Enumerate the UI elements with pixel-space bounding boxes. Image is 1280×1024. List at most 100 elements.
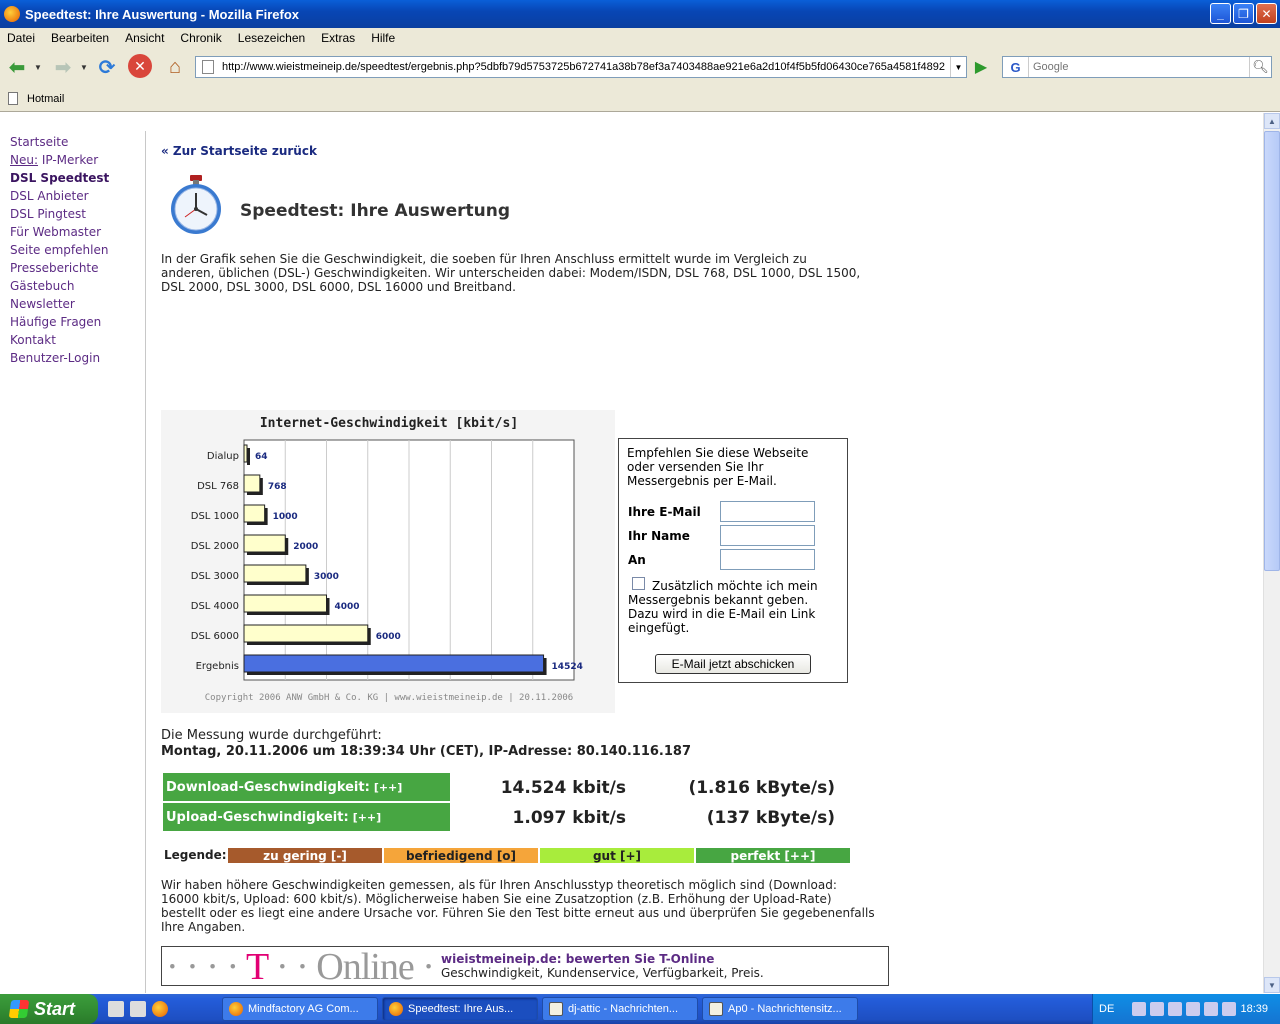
scroll-up-arrow-icon[interactable]: ▲ <box>1264 113 1280 129</box>
close-button[interactable]: ✕ <box>1256 3 1277 24</box>
language-indicator[interactable]: DE <box>1099 1003 1114 1015</box>
page-title: Speedtest: Ihre Auswertung <box>240 201 511 221</box>
taskbar-window-button[interactable]: dj-attic - Nachrichten... <box>542 997 698 1021</box>
quicklaunch-app-icon[interactable] <box>108 1001 124 1017</box>
vertical-scrollbar[interactable]: ▲ ▼ <box>1263 113 1280 993</box>
search-box[interactable]: G 🔍︎ <box>1002 56 1272 78</box>
email-form-intro: Empfehlen Sie diese Webseite oder versen… <box>627 446 809 488</box>
tonline-rating-banner[interactable]: · · · · T · · Online · wieistmeineip.de:… <box>161 946 889 987</box>
taskbar-window-button[interactable]: Mindfactory AG Com... <box>222 997 378 1021</box>
bookmarks-toolbar: Hotmail <box>0 86 1280 112</box>
minimize-button[interactable]: _ <box>1210 3 1231 24</box>
stop-icon[interactable]: ✕ <box>128 54 152 78</box>
document-icon <box>549 1002 563 1016</box>
upload-kbyte: (137 kByte/s) <box>706 808 835 828</box>
reload-icon[interactable]: ⟳ <box>94 53 120 81</box>
maximize-button[interactable]: ❐ <box>1233 3 1254 24</box>
menu-hilfe[interactable]: Hilfe <box>371 31 395 45</box>
quicklaunch-app-icon[interactable] <box>130 1001 146 1017</box>
sidebar-item-6[interactable]: Seite empfehlen <box>10 241 109 259</box>
chart-title: Internet-Geschwindigkeit [kbit/s] <box>260 416 518 431</box>
send-email-button[interactable]: E-Mail jetzt abschicken <box>655 654 811 674</box>
tonline-heading[interactable]: wieistmeineip.de: bewerten Sie T-Online <box>441 952 714 966</box>
menu-ansicht[interactable]: Ansicht <box>125 31 164 45</box>
scroll-thumb[interactable] <box>1264 131 1280 571</box>
share-result-label: Zusätzlich möchte ich mein Messergebnis … <box>628 579 818 635</box>
chart-value-label: 1000 <box>273 512 298 522</box>
sidebar-item-7[interactable]: Presseberichte <box>10 259 109 277</box>
sidebar-item-5[interactable]: Für Webmaster <box>10 223 109 241</box>
sidebar-item-1[interactable]: Neu: IP-Merker <box>10 151 109 169</box>
menu-bearbeiten[interactable]: Bearbeiten <box>51 31 109 45</box>
tonline-subtext: Geschwindigkeit, Kundenservice, Verfügba… <box>441 966 764 980</box>
taskbar-window-label: Ap0 - Nachrichtensitz... <box>728 1003 842 1015</box>
menu-chronik[interactable]: Chronik <box>180 31 221 45</box>
chart-bar <box>243 534 286 553</box>
home-icon[interactable]: ⌂ <box>162 53 188 81</box>
legend-item: befriedigend [o] <box>384 848 538 863</box>
bookmark-hotmail[interactable]: Hotmail <box>27 93 64 105</box>
chart-category-label: DSL 6000 <box>191 631 239 642</box>
sidebar-item-9[interactable]: Newsletter <box>10 295 109 313</box>
sidebar-item-0[interactable]: Startseite <box>10 133 109 151</box>
go-arrow-icon[interactable]: ▶ <box>970 56 992 78</box>
menu-lesezeichen[interactable]: Lesezeichen <box>238 31 305 45</box>
clock: 18:39 <box>1240 1003 1268 1015</box>
download-label-text: Download-Geschwindigkeit: <box>166 779 370 795</box>
start-button[interactable]: Start <box>0 994 98 1024</box>
start-label: Start <box>34 998 76 1019</box>
back-arrow-icon[interactable]: ⬅ <box>4 53 30 81</box>
taskbar-window-button[interactable]: Speedtest: Ihre Aus... <box>382 997 538 1021</box>
measurement-details: Montag, 20.11.2006 um 18:39:34 Uhr (CET)… <box>161 744 692 759</box>
sidebar-item-11[interactable]: Kontakt <box>10 331 109 349</box>
back-history-dropdown[interactable]: ▼ <box>31 53 45 81</box>
firefox-icon <box>4 6 20 22</box>
firefox-icon <box>389 1002 403 1016</box>
sidebar-item-3[interactable]: DSL Anbieter <box>10 187 109 205</box>
sidebar-item-4[interactable]: DSL Pingtest <box>10 205 109 223</box>
sidebar-item-2[interactable]: DSL Speedtest <box>10 169 109 187</box>
sidebar-new-badge: Neu: <box>10 153 39 167</box>
back-to-home-link[interactable]: « Zur Startseite zurück <box>161 144 317 158</box>
tray-app-icon[interactable] <box>1222 1002 1237 1016</box>
scroll-down-arrow-icon[interactable]: ▼ <box>1264 977 1280 993</box>
menu-extras[interactable]: Extras <box>321 31 355 45</box>
tray-app-icon[interactable] <box>1168 1002 1183 1016</box>
system-tray: DE 18:39 <box>1092 994 1280 1024</box>
menu-datei[interactable]: Datei <box>7 31 35 45</box>
legend-item: gut [+] <box>540 848 694 863</box>
url-dropdown-icon[interactable]: ▼ <box>950 57 966 77</box>
download-speed-label: Download-Geschwindigkeit: [++] <box>163 773 450 801</box>
quicklaunch-firefox-icon[interactable] <box>152 1001 168 1017</box>
chart-bar <box>243 624 369 643</box>
tray-app-icon[interactable] <box>1204 1002 1219 1016</box>
chart-category-label: DSL 768 <box>197 481 239 492</box>
tray-network-icon[interactable] <box>1186 1002 1201 1016</box>
chart-value-label: 14524 <box>552 662 583 672</box>
chart-value-label: 768 <box>268 482 287 492</box>
tray-app-icon[interactable] <box>1150 1002 1165 1016</box>
taskbar-window-button[interactable]: Ap0 - Nachrichtensitz... <box>702 997 858 1021</box>
url-text[interactable]: http://www.wieistmeineip.de/speedtest/er… <box>222 61 950 73</box>
tray-arrow-icon[interactable] <box>1132 1002 1147 1016</box>
email-field[interactable] <box>720 501 815 522</box>
speed-chart: Internet-Geschwindigkeit [kbit/s] Dialup 6… <box>161 410 615 713</box>
url-bar[interactable]: http://www.wieistmeineip.de/speedtest/er… <box>195 56 967 78</box>
google-engine-icon[interactable]: G <box>1003 57 1029 77</box>
forward-history-dropdown[interactable]: ▼ <box>77 53 91 81</box>
sidebar-item-10[interactable]: Häufige Fragen <box>10 313 109 331</box>
chart-category-label: DSL 1000 <box>191 511 239 522</box>
forward-arrow-icon[interactable]: ➡ <box>50 53 76 81</box>
upload-rating: [++] <box>352 810 382 824</box>
search-input[interactable] <box>1029 58 1249 76</box>
download-rating: [++] <box>373 780 403 794</box>
chart-bar <box>243 564 307 583</box>
download-kbyte: (1.816 kByte/s) <box>688 778 835 798</box>
sidebar-item-8[interactable]: Gästebuch <box>10 277 109 295</box>
sidebar-item-label: IP-Merker <box>38 153 99 167</box>
recipient-field[interactable] <box>720 549 815 570</box>
sidebar-item-12[interactable]: Benutzer-Login <box>10 349 109 367</box>
chart-bar <box>243 594 327 613</box>
name-field[interactable] <box>720 525 815 546</box>
search-icon[interactable]: 🔍︎ <box>1249 57 1271 77</box>
